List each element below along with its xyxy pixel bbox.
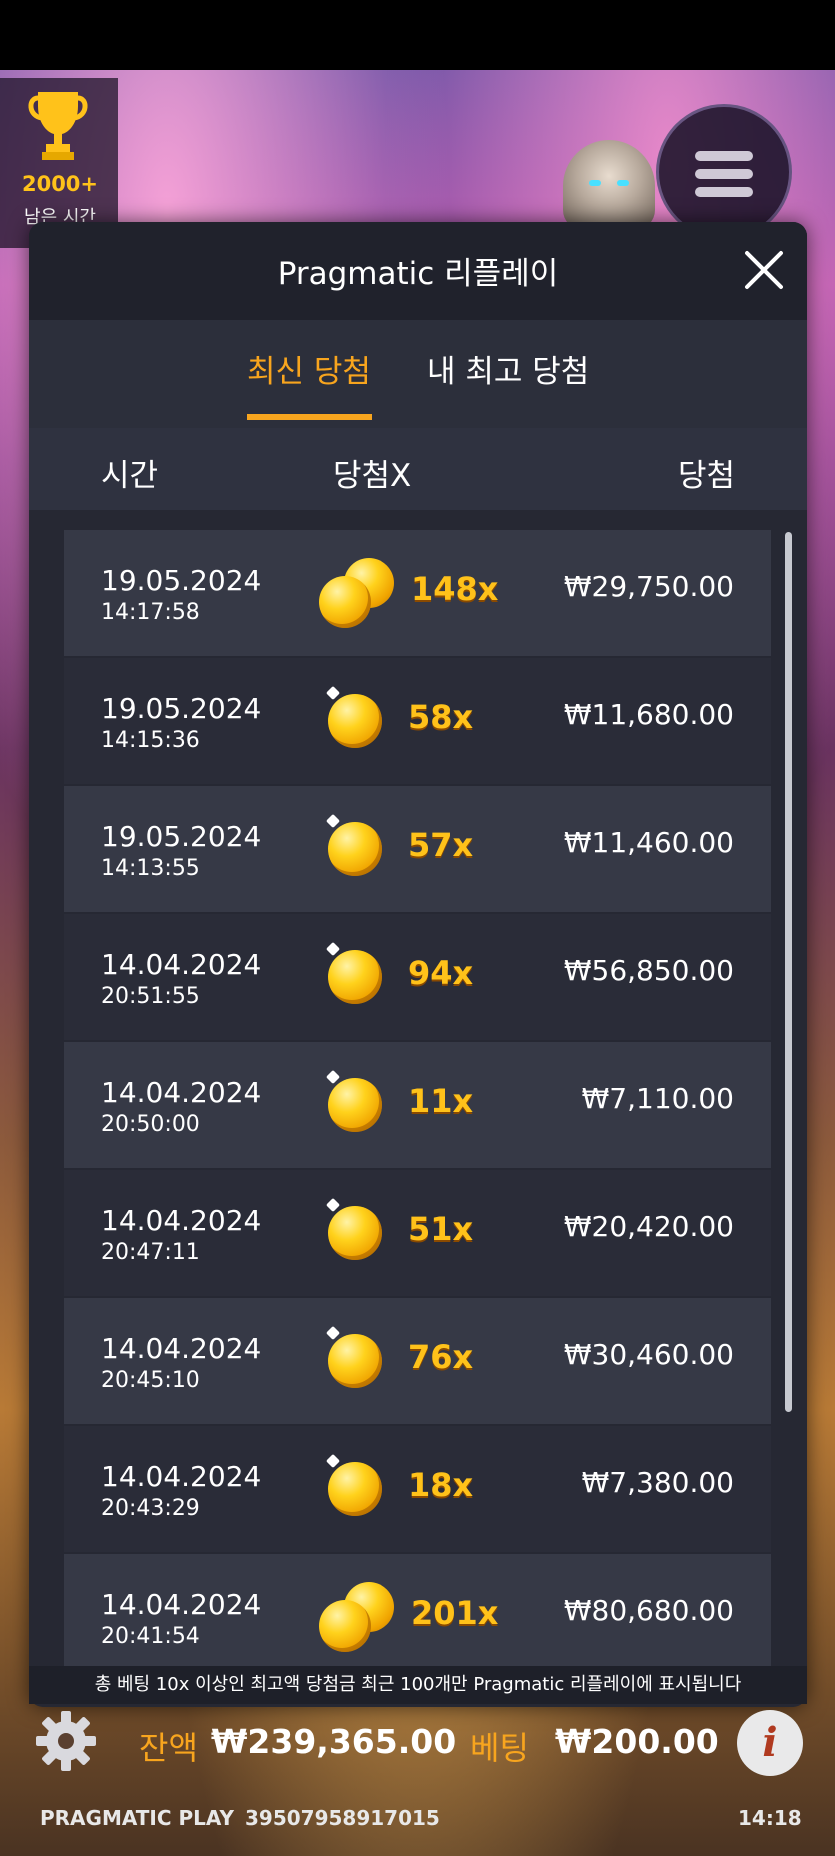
clock: 14:18	[738, 1806, 802, 1830]
sparkle-icon	[325, 685, 341, 701]
row-multiplier: 148x	[411, 570, 499, 608]
row-win: ₩30,460.00	[563, 1338, 734, 1371]
trophy-icon	[28, 92, 88, 160]
sparkle-icon	[325, 1325, 341, 1341]
bet-label: 베팅	[470, 1729, 529, 1767]
modal-title: Pragmatic 리플레이	[277, 256, 559, 292]
row-date: 14.04.2024	[101, 1588, 262, 1621]
column-win: 당첨	[677, 458, 735, 494]
menu-icon-bar	[695, 151, 753, 161]
row-time: 20:43:29	[101, 1496, 200, 1521]
row-multiplier: 94x	[408, 954, 474, 992]
row-time: 14:17:58	[101, 600, 200, 625]
table-row[interactable]: 14.04.2024 20:45:10 76x ₩30,460.00	[64, 1298, 771, 1424]
coin-icon	[328, 694, 382, 748]
tab-my-best-wins[interactable]: 내 최고 당첨	[427, 346, 589, 391]
row-multiplier: 201x	[411, 1594, 499, 1632]
table-row[interactable]: 14.04.2024 20:47:11 51x ₩20,420.00	[64, 1170, 771, 1296]
row-time: 14:15:36	[101, 728, 200, 753]
table-row[interactable]: 19.05.2024 14:17:58 148x ₩29,750.00	[64, 530, 771, 656]
row-date: 14.04.2024	[101, 1460, 262, 1493]
table-row[interactable]: 14.04.2024 20:41:54 201x ₩80,680.00	[64, 1554, 771, 1680]
table-row[interactable]: 14.04.2024 20:50:00 11x ₩7,110.00	[64, 1042, 771, 1168]
tab-latest-wins[interactable]: 최신 당첨	[247, 346, 371, 391]
row-win: ₩11,680.00	[563, 698, 734, 731]
zeus-eye	[617, 180, 629, 186]
sparkle-icon	[325, 1453, 341, 1469]
row-date: 19.05.2024	[101, 564, 262, 597]
coin-icon	[328, 1334, 382, 1388]
row-date: 14.04.2024	[101, 1332, 262, 1365]
row-time: 14:13:55	[101, 856, 200, 881]
row-multiplier: 11x	[408, 1082, 474, 1120]
info-icon[interactable]: i	[737, 1710, 803, 1776]
row-multiplier: 18x	[408, 1466, 474, 1504]
row-multiplier: 57x	[408, 826, 474, 864]
row-multiplier: 58x	[408, 698, 474, 736]
row-time: 20:45:10	[101, 1368, 200, 1393]
row-date: 14.04.2024	[101, 948, 262, 981]
coin-icon	[328, 1078, 382, 1132]
coin-icon	[319, 1600, 371, 1652]
menu-icon-bar	[695, 187, 753, 197]
column-multiplier: 당첨X	[333, 458, 412, 494]
coin-icon	[328, 822, 382, 876]
balance-value: ₩239,365.00	[211, 1722, 457, 1761]
table-row[interactable]: 19.05.2024 14:15:36 58x ₩11,680.00	[64, 658, 771, 784]
coin-icon	[319, 576, 371, 628]
replay-footnote: 총 베팅 10x 이상인 최고액 당첨금 최근 100개만 Pragmatic …	[29, 1666, 807, 1704]
menu-icon-bar	[695, 169, 753, 179]
sparkle-icon	[325, 1197, 341, 1213]
table-row[interactable]: 19.05.2024 14:13:55 57x ₩11,460.00	[64, 786, 771, 912]
balance-label: 잔액	[139, 1729, 198, 1767]
row-time: 20:51:55	[101, 984, 200, 1009]
row-date: 14.04.2024	[101, 1076, 262, 1109]
scrollbar[interactable]	[785, 532, 792, 1412]
trophy-count: 2000+	[21, 172, 99, 196]
row-date: 19.05.2024	[101, 820, 262, 853]
coin-icon	[328, 1462, 382, 1516]
round-id: 39507958917015	[245, 1806, 440, 1830]
table-row[interactable]: 14.04.2024 20:43:29 18x ₩7,380.00	[64, 1426, 771, 1552]
bet-value[interactable]: ₩200.00	[555, 1722, 719, 1761]
close-icon[interactable]	[742, 248, 786, 292]
row-win: ₩80,680.00	[563, 1594, 734, 1627]
row-win: ₩29,750.00	[563, 570, 734, 603]
row-multiplier: 51x	[408, 1210, 474, 1248]
sparkle-icon	[325, 941, 341, 957]
zeus-portrait	[563, 140, 655, 230]
row-time: 20:41:54	[101, 1624, 200, 1649]
status-bar	[0, 0, 835, 70]
zeus-eye	[589, 180, 601, 186]
column-time: 시간	[101, 458, 159, 494]
modal-header: Pragmatic 리플레이	[29, 222, 807, 320]
sparkle-icon	[325, 1069, 341, 1085]
row-time: 20:47:11	[101, 1240, 200, 1265]
row-date: 14.04.2024	[101, 1204, 262, 1237]
coin-icon	[328, 950, 382, 1004]
active-tab-indicator	[247, 414, 372, 420]
gear-icon[interactable]	[34, 1709, 98, 1773]
coin-icon	[328, 1206, 382, 1260]
row-time: 20:50:00	[101, 1112, 200, 1137]
row-win: ₩56,850.00	[563, 954, 734, 987]
row-win: ₩7,110.00	[581, 1082, 734, 1115]
menu-button[interactable]	[656, 104, 792, 240]
row-win: ₩20,420.00	[563, 1210, 734, 1243]
row-win: ₩7,380.00	[581, 1466, 734, 1499]
row-date: 19.05.2024	[101, 692, 262, 725]
row-multiplier: 76x	[408, 1338, 474, 1376]
table-header: 시간 당첨X 당첨	[29, 428, 807, 510]
table-row[interactable]: 14.04.2024 20:51:55 94x ₩56,850.00	[64, 914, 771, 1040]
sparkle-icon	[325, 813, 341, 829]
row-win: ₩11,460.00	[563, 826, 734, 859]
replay-modal: Pragmatic 리플레이 최신 당첨 내 최고 당첨 시간 당첨X 당첨 1…	[29, 222, 807, 1707]
provider-brand: PRAGMATIC PLAY	[40, 1806, 234, 1830]
